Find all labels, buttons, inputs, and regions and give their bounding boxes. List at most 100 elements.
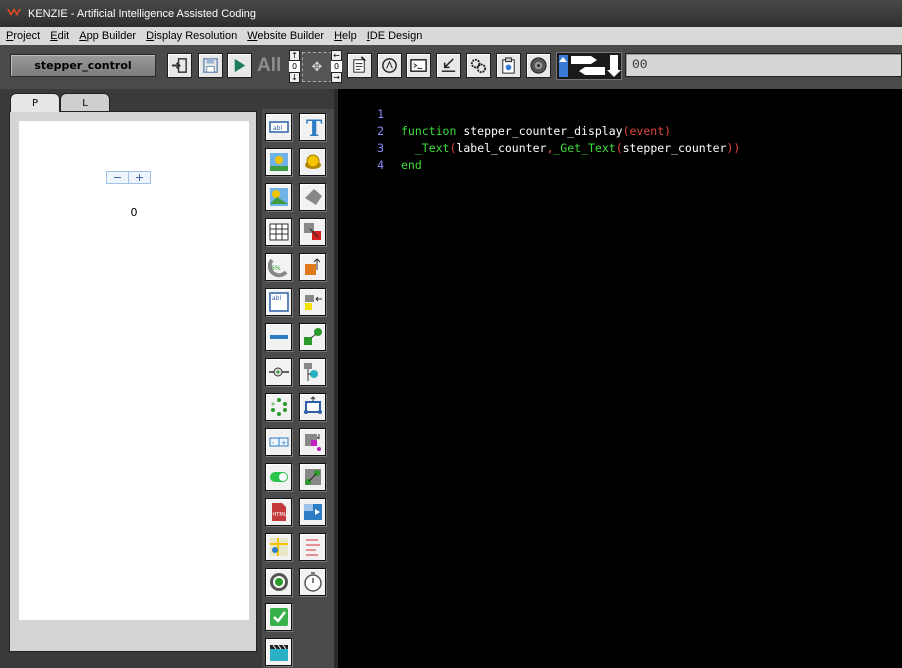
timer-icon	[303, 572, 322, 592]
identifier: label_counter	[456, 141, 547, 155]
palette-rotate[interactable]	[299, 463, 326, 491]
menu-edit[interactable]: Edit	[50, 30, 69, 42]
connect-icon	[303, 328, 322, 345]
palette-resize[interactable]	[299, 393, 326, 421]
palette-image[interactable]	[265, 148, 292, 176]
palette-shape[interactable]	[299, 183, 326, 211]
export-button[interactable]	[167, 53, 192, 78]
stepper-icon: - +	[269, 437, 288, 447]
progress-icon: 6%	[267, 258, 288, 278]
palette-textarea[interactable]: abl	[265, 288, 292, 316]
palette-connect[interactable]	[299, 323, 326, 351]
palette-label-text[interactable]: T	[299, 113, 326, 141]
palette-toggle[interactable]	[265, 463, 292, 491]
code-text: end	[401, 157, 422, 174]
palette-align[interactable]	[299, 288, 326, 316]
speaker-icon	[530, 57, 547, 74]
code-text: function stepper_counter_display(event)	[401, 123, 671, 140]
clipboard-button[interactable]	[496, 53, 521, 78]
right-arrow-icon[interactable]: →	[331, 72, 342, 83]
new-file-button[interactable]	[347, 53, 372, 78]
palette-stepper[interactable]: - +	[265, 428, 292, 456]
image-icon	[269, 153, 288, 171]
align-icon	[304, 295, 322, 310]
save-button[interactable]	[198, 53, 223, 78]
label-text-icon: T	[306, 116, 323, 138]
svg-text:abl: abl	[273, 125, 282, 132]
import-button[interactable]	[436, 53, 461, 78]
down-arrow-icon[interactable]: ↓	[289, 72, 300, 83]
move-handle[interactable]: ✥	[302, 52, 332, 82]
code-line-4: 4	[338, 140, 384, 172]
svg-text:HTML: HTML	[272, 512, 286, 518]
spinner-icon	[270, 398, 287, 416]
palette-tree[interactable]	[299, 358, 326, 386]
speaker-button[interactable]	[526, 53, 551, 78]
left-arrow-icon[interactable]: ←	[331, 50, 342, 61]
project-name-button[interactable]: stepper_control	[10, 54, 156, 77]
menu-help[interactable]: Help	[334, 30, 357, 42]
palette-image-button[interactable]	[265, 183, 292, 211]
identifier: stepper_counter	[622, 141, 727, 155]
palette-list[interactable]	[299, 533, 326, 561]
palette-video[interactable]	[299, 498, 326, 526]
palette-textbox[interactable]: abl	[265, 113, 292, 141]
palette-progress[interactable]: 6%	[265, 253, 292, 281]
menu-project[interactable]: Project	[6, 30, 40, 42]
device-preview-panel: P L − + 0	[0, 89, 262, 668]
palette-layer[interactable]	[299, 218, 326, 246]
palette-move[interactable]	[299, 253, 326, 281]
settings-button[interactable]	[466, 53, 491, 78]
palette-grid[interactable]	[265, 218, 292, 246]
button-icon	[304, 154, 321, 169]
palette-map[interactable]	[265, 533, 292, 561]
menu-app-builder[interactable]: App Builder	[79, 30, 136, 42]
clipboard-icon	[502, 57, 515, 74]
stepper-plus-button[interactable]: +	[129, 172, 150, 183]
code-line-2: 2 _Text(label_counter,_Get_Text(stepper_…	[338, 106, 740, 155]
checkbox-icon	[269, 608, 288, 626]
palette-timer[interactable]	[299, 568, 326, 596]
export-icon	[171, 58, 187, 73]
device-screen[interactable]: − + 0	[19, 121, 249, 620]
layout-direction-button[interactable]	[556, 52, 622, 80]
terminal-button[interactable]	[406, 53, 431, 78]
window-title: KENZIE - Artificial Intelligence Assiste…	[28, 7, 257, 20]
palette-checkbox[interactable]	[265, 603, 292, 631]
tab-landscape[interactable]: L	[60, 93, 110, 112]
up-arrow-icon[interactable]: ↑	[289, 50, 300, 61]
stepper-minus-button[interactable]: −	[107, 172, 129, 183]
move-cross-icon: ✥	[311, 59, 323, 75]
device-frame: − + 0	[9, 111, 257, 652]
palette-pivot[interactable]	[299, 428, 326, 456]
palette-html[interactable]: HTML	[265, 498, 292, 526]
grid-icon	[269, 223, 288, 241]
label-counter[interactable]: 0	[19, 206, 249, 219]
palette-clapper[interactable]	[265, 638, 292, 666]
toggle-icon	[269, 472, 288, 482]
save-icon	[203, 58, 218, 73]
run-button[interactable]	[227, 53, 252, 78]
zoom-input[interactable]: 00	[625, 53, 902, 77]
menu-display-resolution[interactable]: Display Resolution	[146, 30, 237, 42]
palette-slider[interactable]	[265, 323, 292, 351]
new-file-icon	[353, 56, 366, 73]
tab-portrait[interactable]: P	[10, 93, 60, 112]
code-line-1: 1 function stepper_counter_display(event…	[338, 89, 671, 138]
paren: (	[615, 141, 623, 155]
svg-text:6%: 6%	[271, 265, 281, 272]
menu-ide-design[interactable]: IDE Design	[367, 30, 423, 42]
textarea-icon: abl	[268, 292, 289, 312]
slider-icon	[269, 335, 288, 339]
menu-website-builder[interactable]: Website Builder	[247, 30, 324, 42]
stepper-counter-widget[interactable]: − +	[106, 171, 151, 184]
palette-switch[interactable]	[265, 358, 292, 386]
code-editor[interactable]: 1 function stepper_counter_display(event…	[338, 89, 902, 668]
video-icon	[303, 504, 322, 520]
palette-spinner[interactable]	[265, 393, 292, 421]
palette-button[interactable]	[299, 148, 326, 176]
function-button[interactable]	[377, 53, 402, 78]
palette-radio[interactable]	[265, 568, 292, 596]
all-label[interactable]: All	[257, 55, 281, 77]
